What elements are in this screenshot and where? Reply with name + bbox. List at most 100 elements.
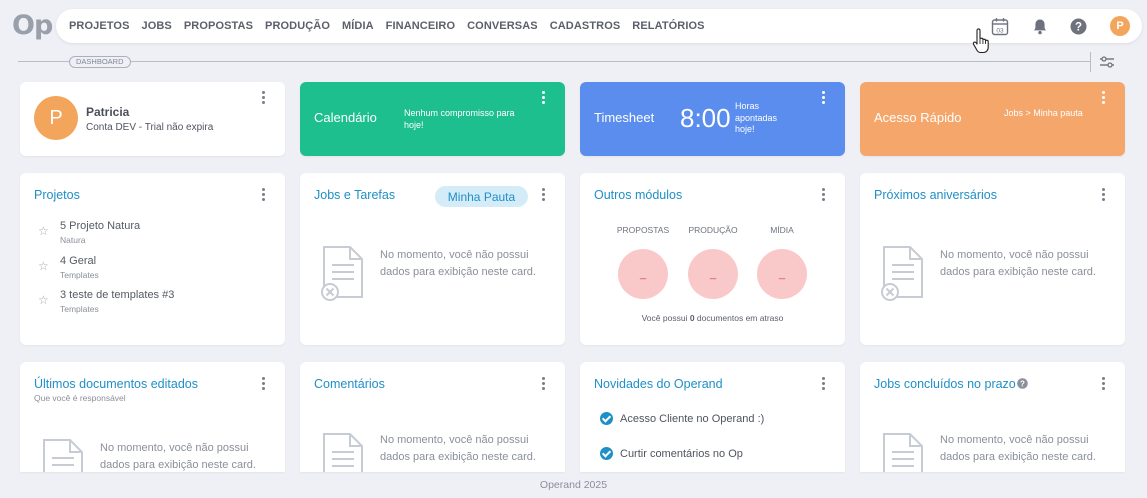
ontime-jobs-card: Jobs concluídos no prazo ? No momento, v… bbox=[860, 362, 1125, 472]
menu-item-conversas[interactable]: CONVERSAS bbox=[467, 20, 538, 32]
recent-docs-title[interactable]: Últimos documentos editados bbox=[34, 377, 198, 391]
my-agenda-pill[interactable]: Minha Pauta bbox=[435, 186, 528, 207]
svg-text:?: ? bbox=[1020, 380, 1025, 389]
calendar-day: 03 bbox=[996, 27, 1004, 34]
svg-text:?: ? bbox=[1074, 21, 1081, 33]
kebab-menu-icon[interactable] bbox=[1100, 91, 1106, 105]
timesheet-hours: 8:00 bbox=[680, 103, 731, 133]
calendar-card[interactable]: Calendário Nenhum compromisso para hoje! bbox=[300, 82, 565, 156]
news-item-label[interactable]: Curtir comentários no Op bbox=[620, 448, 743, 460]
star-icon[interactable]: ☆ bbox=[38, 293, 49, 307]
birthdays-card-title[interactable]: Próximos aniversários bbox=[874, 188, 997, 202]
kebab-menu-icon[interactable] bbox=[540, 377, 546, 391]
kebab-menu-icon[interactable] bbox=[260, 188, 266, 202]
menu-item-jobs[interactable]: JOBS bbox=[142, 20, 172, 32]
divider-vertical bbox=[1090, 52, 1091, 72]
comments-card: Comentários No momento, você não possui … bbox=[300, 362, 565, 472]
module-counter-midia[interactable]: _ bbox=[757, 249, 807, 299]
empty-document-icon bbox=[43, 439, 83, 472]
project-client: Templates bbox=[60, 270, 99, 280]
module-label-propostas: PROPOSTAS bbox=[616, 225, 670, 235]
star-icon[interactable]: ☆ bbox=[38, 259, 49, 273]
overdue-note: Você possui 0 documentos em atraso bbox=[580, 313, 845, 323]
kebab-menu-icon[interactable] bbox=[540, 188, 546, 202]
empty-document-icon bbox=[321, 246, 363, 301]
menu-item-cadastros[interactable]: CADASTROS bbox=[550, 20, 621, 32]
check-circle-icon bbox=[600, 412, 613, 425]
kebab-menu-icon[interactable] bbox=[820, 91, 826, 105]
menu-item-propostas[interactable]: PROPOSTAS bbox=[184, 20, 253, 32]
timesheet-caption: Horas apontadas hoje! bbox=[735, 101, 778, 134]
module-counter-propostas[interactable]: _ bbox=[618, 249, 668, 299]
birthdays-card: Próximos aniversários No momento, você n… bbox=[860, 173, 1125, 345]
empty-document-icon bbox=[883, 433, 923, 472]
kebab-menu-icon[interactable] bbox=[1100, 377, 1106, 391]
news-item-label[interactable]: Acesso Cliente no Operand :) bbox=[620, 413, 764, 425]
project-client: Natura bbox=[60, 235, 86, 245]
empty-document-icon bbox=[323, 433, 363, 472]
jobs-card-title[interactable]: Jobs e Tarefas bbox=[314, 188, 395, 202]
menu-item-relatorios[interactable]: RELATÓRIOS bbox=[632, 20, 704, 32]
modules-card: Outros módulos PROPOSTAS PRODUÇÃO MÍDIA … bbox=[580, 173, 845, 345]
main-menu: PROJETOS JOBS PROPOSTAS PRODUÇÃO MÍDIA F… bbox=[69, 9, 705, 43]
help-icon[interactable]: ? bbox=[1017, 378, 1028, 389]
calendar-card-message: Nenhum compromisso para hoje! bbox=[404, 108, 515, 130]
project-name[interactable]: 4 Geral bbox=[60, 255, 96, 267]
menu-item-financeiro[interactable]: FINANCEIRO bbox=[386, 20, 455, 32]
ontime-jobs-title[interactable]: Jobs concluídos no prazo bbox=[874, 377, 1016, 391]
profile-account: Conta DEV - Trial não expira bbox=[86, 122, 214, 133]
news-card: Novidades do Operand Acesso Cliente no O… bbox=[580, 362, 845, 472]
empty-message: No momento, você não possui dados para e… bbox=[380, 434, 536, 463]
profile-avatar[interactable]: P bbox=[34, 96, 78, 140]
news-item[interactable]: Curtir comentários no Op bbox=[600, 447, 743, 460]
overdue-note-suffix: documentos em atraso bbox=[694, 313, 784, 323]
footer-text: Operand 2025 bbox=[539, 479, 608, 491]
kebab-menu-icon[interactable] bbox=[260, 91, 266, 105]
bell-icon[interactable] bbox=[1030, 16, 1050, 36]
star-icon[interactable]: ☆ bbox=[38, 224, 49, 238]
project-name[interactable]: 5 Projeto Natura bbox=[60, 220, 140, 232]
quick-access-link[interactable]: Jobs > Minha pauta bbox=[1004, 107, 1084, 119]
projects-card-title[interactable]: Projetos bbox=[34, 188, 80, 202]
timesheet-card[interactable]: Timesheet 8:00 Horas apontadas hoje! bbox=[580, 82, 845, 156]
jobs-card: Jobs e Tarefas Minha Pauta No momento, v… bbox=[300, 173, 565, 345]
menu-item-producao[interactable]: PRODUÇÃO bbox=[265, 20, 330, 32]
recent-docs-subtitle: Que você é responsável bbox=[34, 393, 126, 403]
calendar-icon[interactable]: 03 bbox=[990, 16, 1010, 36]
timesheet-card-title: Timesheet bbox=[594, 110, 655, 125]
kebab-menu-icon[interactable] bbox=[1100, 188, 1106, 202]
user-avatar[interactable]: P bbox=[1110, 16, 1130, 36]
project-name[interactable]: 3 teste de templates #3 bbox=[60, 289, 174, 301]
news-item[interactable]: Acesso Cliente no Operand :) bbox=[600, 412, 764, 425]
empty-message: No momento, você não possui dados para e… bbox=[100, 442, 256, 471]
profile-card: P Patricia Conta DEV - Trial não expira bbox=[20, 82, 285, 156]
app-logo[interactable]: Op bbox=[12, 10, 53, 41]
quick-access-title: Acesso Rápido bbox=[874, 110, 962, 125]
kebab-menu-icon[interactable] bbox=[820, 188, 826, 202]
project-client: Templates bbox=[60, 304, 99, 314]
kebab-menu-icon[interactable] bbox=[820, 377, 826, 391]
module-label-producao: PRODUÇÃO bbox=[688, 225, 738, 235]
profile-name: Patricia bbox=[86, 105, 130, 119]
recent-docs-card: Últimos documentos editados Que você é r… bbox=[20, 362, 285, 472]
dashboard-divider bbox=[18, 61, 1090, 62]
menu-item-midia[interactable]: MÍDIA bbox=[342, 20, 374, 32]
dashboard-label: DASHBOARD bbox=[69, 56, 131, 68]
kebab-menu-icon[interactable] bbox=[260, 377, 266, 391]
settings-sliders-icon[interactable] bbox=[1099, 55, 1115, 69]
empty-document-icon bbox=[881, 246, 923, 301]
news-card-title[interactable]: Novidades do Operand bbox=[594, 377, 723, 391]
help-icon[interactable]: ? bbox=[1068, 16, 1088, 36]
empty-message: No momento, você não possui dados para e… bbox=[380, 249, 536, 278]
kebab-menu-icon[interactable] bbox=[540, 91, 546, 105]
module-counter-producao[interactable]: _ bbox=[688, 249, 738, 299]
empty-message: No momento, você não possui dados para e… bbox=[940, 249, 1096, 278]
modules-card-title[interactable]: Outros módulos bbox=[594, 188, 682, 202]
quick-access-card[interactable]: Acesso Rápido Jobs > Minha pauta bbox=[860, 82, 1125, 156]
module-label-midia: MÍDIA bbox=[770, 225, 794, 235]
projects-card: Projetos ☆ 5 Projeto Natura Natura ☆ 4 G… bbox=[20, 173, 285, 345]
comments-card-title[interactable]: Comentários bbox=[314, 377, 385, 391]
menu-item-projetos[interactable]: PROJETOS bbox=[69, 20, 130, 32]
check-circle-icon bbox=[600, 447, 613, 460]
overdue-note-prefix: Você possui bbox=[641, 313, 690, 323]
